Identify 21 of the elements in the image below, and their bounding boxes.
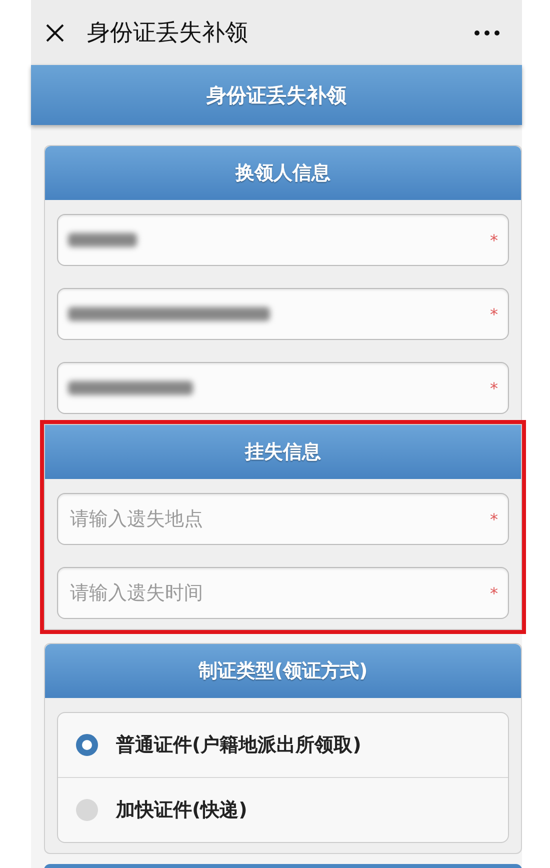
section-header: 换领人信息 [45, 146, 521, 200]
redacted-value [68, 233, 137, 247]
radio-button[interactable] [76, 734, 98, 756]
required-mark: * [490, 584, 498, 602]
radio-option[interactable]: 加快证件(快递) [58, 777, 508, 842]
required-mark: * [490, 304, 498, 324]
window-title: 身份证丢失补领 [87, 19, 249, 48]
page-header: 身份证丢失补领 [31, 65, 522, 125]
required-mark: * [490, 378, 498, 398]
required-mark: * [490, 230, 498, 250]
radio-button[interactable] [76, 799, 98, 821]
more-icon[interactable] [474, 30, 500, 36]
close-icon[interactable] [45, 22, 65, 42]
radio-option[interactable]: 普通证件(户籍地派出所领取) [58, 713, 508, 777]
input-field[interactable]: 请输入遗失时间 [68, 581, 490, 605]
input-field[interactable]: 请输入遗失地点 [68, 507, 490, 531]
text-field[interactable]: 请输入遗失时间 * [57, 567, 509, 619]
section-header: 挂失信息 [45, 425, 521, 479]
section-header: 制证类型(领证方式) [45, 644, 521, 698]
text-field[interactable]: 请输入遗失地点 * [57, 493, 509, 545]
required-mark: * [490, 510, 498, 528]
